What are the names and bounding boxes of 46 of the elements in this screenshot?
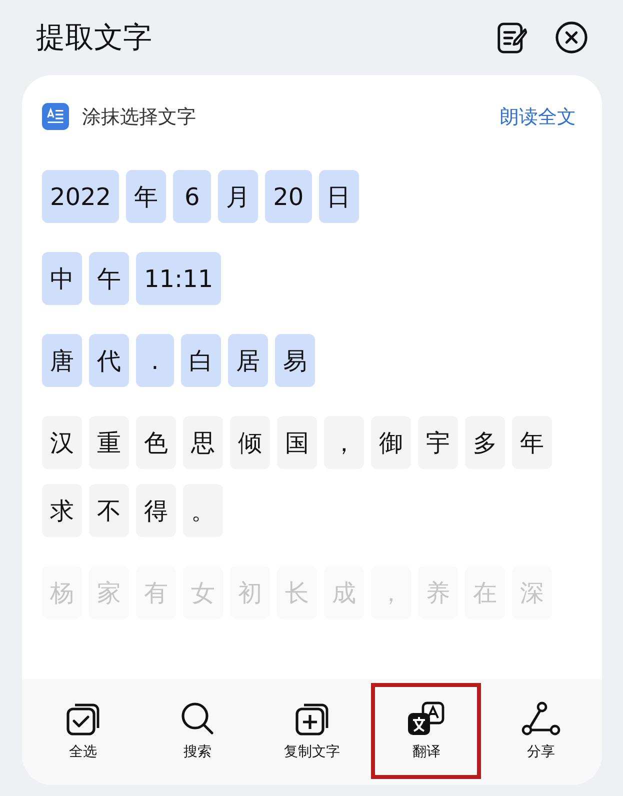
text-token[interactable]: 御 [371, 416, 411, 469]
text-token[interactable]: 倾 [230, 416, 270, 469]
text-token[interactable]: 11:11 [136, 252, 222, 305]
read-all-link[interactable]: 朗读全文 [500, 104, 576, 130]
text-token[interactable]: 白 [181, 334, 221, 387]
text-token[interactable]: 不 [89, 484, 129, 537]
text-token[interactable]: 重 [89, 416, 129, 469]
search-icon [180, 701, 216, 737]
text-token[interactable]: . [136, 334, 174, 387]
document-icon [42, 103, 69, 130]
select-all-button[interactable]: 全选 [28, 683, 138, 779]
text-token[interactable]: 日 [318, 170, 359, 223]
text-token[interactable]: 色 [136, 416, 176, 469]
text-token[interactable]: 汉 [42, 416, 82, 469]
text-token[interactable]: 午 [89, 252, 129, 305]
close-icon[interactable] [555, 21, 588, 54]
share-icon [520, 701, 561, 737]
text-token[interactable]: 唐 [42, 334, 82, 387]
checkbox-stack-icon [65, 701, 102, 737]
text-token[interactable]: 居 [228, 334, 268, 387]
text-token[interactable]: 多 [465, 416, 505, 469]
text-token[interactable]: 求 [42, 484, 82, 537]
translate-icon [406, 701, 446, 737]
copy-icon [294, 701, 330, 737]
text-token[interactable]: 6 [173, 170, 212, 223]
translate-button[interactable]: 翻译 [371, 683, 482, 779]
mode-label: 涂抹选择文字 [82, 104, 197, 130]
text-token[interactable]: 20 [265, 170, 312, 223]
text-token[interactable]: 年 [126, 170, 166, 223]
text-token[interactable]: 得 [136, 484, 176, 537]
text-token[interactable]: 年 [512, 416, 552, 469]
text-token[interactable]: 。 [183, 484, 223, 537]
text-token[interactable]: ， [324, 416, 364, 469]
text-token[interactable]: 思 [183, 416, 223, 469]
copy-text-button[interactable]: 复制文字 [256, 683, 367, 779]
text-token[interactable]: 宇 [418, 416, 458, 469]
text-token[interactable]: 易 [275, 334, 315, 387]
text-token[interactable]: 中 [42, 252, 82, 305]
text-token[interactable]: 国 [277, 416, 317, 469]
search-button[interactable]: 搜索 [142, 683, 253, 779]
text-token[interactable]: 2022 [42, 170, 120, 223]
text-token[interactable]: 月 [218, 170, 258, 223]
share-button[interactable]: 分享 [486, 683, 596, 779]
page-title: 提取文字 [36, 18, 152, 56]
edit-icon[interactable] [497, 22, 527, 54]
text-token[interactable]: 代 [89, 334, 129, 387]
